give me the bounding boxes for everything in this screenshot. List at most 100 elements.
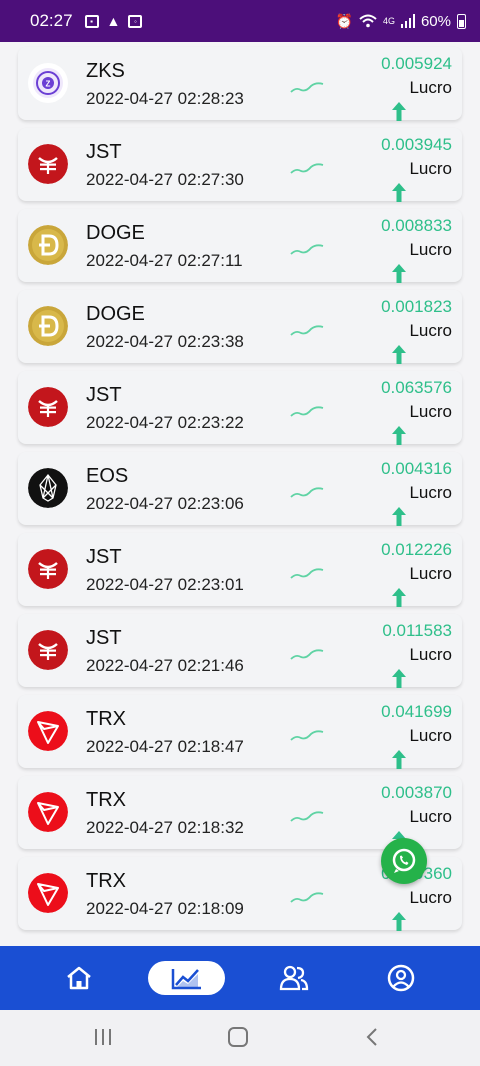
status-bar: 02:27 ▪ ▲ ◦ ⏰ 4G 60% — [0, 0, 480, 42]
result-label: Lucro — [409, 726, 452, 745]
profit-amount: 0.041699 — [381, 702, 452, 721]
coin-name: ZKS — [86, 60, 125, 82]
battery-icon — [457, 13, 466, 29]
trade-datetime: 2022-04-27 02:18:09 — [86, 899, 244, 918]
arrow-up-icon — [392, 183, 406, 202]
coin-name: TRX — [86, 708, 126, 730]
eos-coin-icon — [28, 468, 68, 508]
trend-sparkline-icon — [290, 163, 324, 174]
arrow-up-icon — [392, 588, 406, 607]
trade-card[interactable]: TRX 2022-04-27 02:18:32 0.003870 Lucro — [18, 776, 462, 850]
profile-icon — [387, 964, 415, 992]
trade-card[interactable]: EOS 2022-04-27 02:23:06 0.004316 Lucro — [18, 452, 462, 526]
arrow-up-icon — [392, 264, 406, 283]
doge-coin-icon — [28, 225, 68, 265]
jst-coin-icon — [28, 144, 68, 184]
trade-datetime: 2022-04-27 02:23:06 — [86, 494, 244, 513]
arrow-up-icon — [392, 912, 406, 931]
trade-list[interactable]: Z ZKS 2022-04-27 02:28:23 0.005924 Lucro JST 2… — [0, 42, 480, 946]
trend-sparkline-icon — [290, 892, 324, 903]
coin-name: JST — [86, 627, 122, 649]
home-button-icon[interactable] — [226, 1026, 250, 1048]
trend-sparkline-icon — [290, 244, 324, 255]
trade-datetime: 2022-04-27 02:27:11 — [86, 251, 243, 270]
whatsapp-button[interactable] — [381, 838, 427, 884]
signal-icon — [400, 14, 415, 28]
recent-apps-icon[interactable] — [92, 1026, 114, 1048]
doge-coin-icon — [28, 306, 68, 346]
coin-name: TRX — [86, 789, 126, 811]
system-nav-bar — [0, 1010, 480, 1066]
arrow-up-icon — [392, 426, 406, 445]
trade-datetime: 2022-04-27 02:23:01 — [86, 575, 244, 594]
arrow-up-icon — [392, 102, 406, 121]
coin-name: EOS — [86, 465, 129, 487]
back-icon[interactable] — [362, 1026, 382, 1048]
trade-datetime: 2022-04-27 02:23:38 — [86, 332, 244, 351]
chart-icon — [171, 969, 201, 990]
trade-card[interactable]: JST 2022-04-27 02:21:46 0.011583 Lucro — [18, 614, 462, 688]
zks-coin-icon: Z — [28, 63, 68, 103]
profit-amount: 0.063576 — [381, 378, 452, 397]
result-label: Lucro — [409, 78, 452, 97]
trend-sparkline-icon — [290, 406, 324, 417]
coin-name: JST — [86, 141, 122, 163]
trend-sparkline-icon — [290, 487, 324, 498]
result-label: Lucro — [409, 402, 452, 421]
result-label: Lucro — [409, 483, 452, 502]
trade-datetime: 2022-04-27 02:23:22 — [86, 413, 244, 432]
trade-card[interactable]: JST 2022-04-27 02:23:01 0.012226 Lucro — [18, 533, 462, 607]
trend-sparkline-icon — [290, 649, 324, 660]
arrow-up-icon — [392, 345, 406, 364]
coin-name: JST — [86, 384, 122, 406]
trade-card[interactable]: JST 2022-04-27 02:27:30 0.003945 Lucro — [18, 128, 462, 202]
trade-card[interactable]: Z ZKS 2022-04-27 02:28:23 0.005924 Lucro — [18, 47, 462, 121]
trx-coin-icon — [28, 711, 68, 751]
profit-amount: 0.003870 — [381, 783, 452, 802]
profit-amount: 0.003945 — [381, 135, 452, 154]
trade-datetime: 2022-04-27 02:21:46 — [86, 656, 244, 675]
nav-profile[interactable] — [383, 960, 419, 996]
network-type: 4G — [382, 16, 395, 26]
warning-icon: ▲ — [106, 13, 121, 29]
jst-coin-icon — [28, 630, 68, 670]
trade-datetime: 2022-04-27 02:18:32 — [86, 818, 244, 837]
profit-amount: 0.011583 — [382, 621, 452, 640]
nav-trades[interactable] — [148, 961, 225, 995]
alarm-icon: ⏰ — [335, 13, 353, 29]
trx-coin-icon — [28, 873, 68, 913]
result-label: Lucro — [409, 321, 452, 340]
arrow-up-icon — [392, 750, 406, 769]
profit-amount: 0.008833 — [381, 216, 452, 235]
app-notification-icon: ◦ — [128, 14, 143, 28]
coin-name: DOGE — [86, 222, 145, 244]
trade-datetime: 2022-04-27 02:18:47 — [86, 737, 244, 756]
trade-card[interactable]: TRX 2022-04-27 02:18:47 0.041699 Lucro — [18, 695, 462, 769]
jst-coin-icon — [28, 549, 68, 589]
result-label: Lucro — [409, 807, 452, 826]
trend-sparkline-icon — [290, 82, 324, 93]
status-time: 02:27 — [30, 11, 73, 30]
nav-home[interactable] — [61, 960, 97, 996]
bottom-nav — [0, 946, 480, 1010]
result-label: Lucro — [409, 564, 452, 583]
profit-amount: 0.004316 — [381, 459, 452, 478]
trend-sparkline-icon — [290, 811, 324, 822]
whatsapp-icon — [392, 848, 416, 873]
svg-text:Z: Z — [46, 80, 51, 89]
trend-sparkline-icon — [290, 568, 324, 579]
trade-card[interactable]: JST 2022-04-27 02:23:22 0.063576 Lucro — [18, 371, 462, 445]
trade-card[interactable]: DOGE 2022-04-27 02:23:38 0.001823 Lucro — [18, 290, 462, 364]
nav-team[interactable] — [276, 960, 312, 996]
result-label: Lucro — [409, 159, 452, 178]
profit-amount: 0.012226 — [381, 540, 452, 559]
arrow-up-icon — [392, 669, 406, 688]
home-icon — [67, 966, 91, 990]
arrow-up-icon — [392, 507, 406, 526]
notification-icon: ▪ — [84, 14, 99, 28]
battery-percent: 60% — [420, 12, 451, 30]
trade-card[interactable]: DOGE 2022-04-27 02:27:11 0.008833 Lucro — [18, 209, 462, 283]
profit-amount: 0.005924 — [381, 54, 452, 73]
result-label: Lucro — [409, 240, 452, 259]
coin-name: TRX — [86, 870, 126, 892]
